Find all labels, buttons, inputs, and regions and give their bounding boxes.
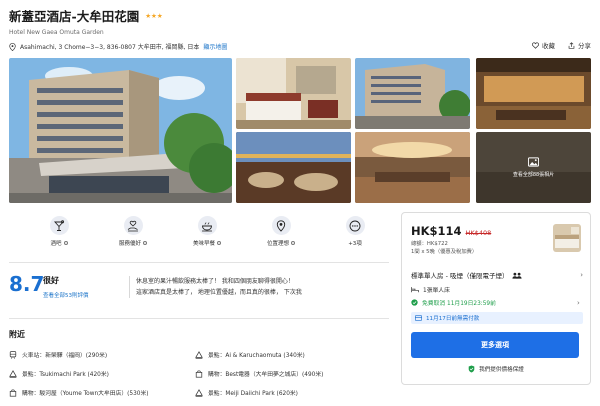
hotel-name-en: Hotel New Gaea Omuta Garden <box>9 29 104 36</box>
photo-lobby[interactable] <box>355 132 470 203</box>
nightly-price: HK$114 <box>411 224 462 238</box>
info-icon[interactable] <box>291 241 295 245</box>
booking-card: HK$114 HK$408 總額：HK$722 1間 x 5晚（優惠及稅加費） … <box>401 212 591 385</box>
room-type-row[interactable]: 標準單人房 - 吸煙（僅限電子煙） › <box>411 270 583 280</box>
info-icon[interactable] <box>217 241 221 245</box>
image-icon <box>528 157 539 167</box>
divider <box>129 276 130 298</box>
photo-gallery: 查看全部88張相片 <box>9 58 591 203</box>
photo-restaurant[interactable] <box>236 132 351 203</box>
more-options-button[interactable]: 更多選項 <box>411 332 579 358</box>
rating-score: 8.7 <box>9 272 45 296</box>
hotel-header: 新蓋亞酒店-大牟田花園 ★★★ Hotel New Gaea Omuta Gar… <box>9 6 591 52</box>
info-icon[interactable] <box>63 241 68 245</box>
free-cancel-row[interactable]: 免費取消 11月19日23:59前 › <box>411 298 580 307</box>
chevron-right-icon: › <box>580 271 583 279</box>
list-item: 火車站：新榮驛（福岡）(290米) <box>9 350 107 359</box>
bed-icon <box>411 287 419 293</box>
guests-icon <box>512 272 523 279</box>
divider <box>9 262 389 263</box>
review-line: 休息室的果汁暢飲服務太棒了！ 我和四個朋友聊得很開心！ <box>136 278 294 285</box>
rating-label: 很好 <box>43 276 59 285</box>
more-icon <box>349 220 361 231</box>
list-item: 景點：Ai & Karuchaomuta (340米) <box>195 350 305 359</box>
list-item: 景點：Meiji Daiichi Park (620米) <box>195 388 298 397</box>
save-label: 收藏 <box>542 42 555 50</box>
header-actions: 收藏 分享 <box>532 40 591 50</box>
cocktail-icon <box>53 219 65 231</box>
amenities-row: 酒吧 服務優好 美味早餐 位置理想 +3項 <box>22 216 392 247</box>
amenity-label: +3項 <box>348 241 362 247</box>
card-icon <box>415 315 422 321</box>
price-row: HK$114 HK$408 <box>411 224 491 238</box>
landmark-icon <box>195 350 203 359</box>
photo-exterior-2[interactable] <box>355 58 470 129</box>
view-all-photos-label: 查看全部88張相片 <box>512 172 555 178</box>
share-label: 分享 <box>578 42 591 50</box>
bed-row: 1張單人床 <box>411 285 450 294</box>
info-icon[interactable] <box>143 241 147 245</box>
room-thumbnail[interactable] <box>553 224 581 252</box>
review-line: 這家酒店真是太棒了， 地理位置優越，而且真的很棒， 下次我 <box>136 289 302 296</box>
photo-lounge[interactable] <box>476 58 591 129</box>
check-circle-icon <box>411 299 418 306</box>
show-map-link[interactable]: 顯示地圖 <box>203 42 227 51</box>
view-all-photos-overlay[interactable]: 查看全部88張相片 <box>476 132 591 203</box>
amenity-breakfast[interactable]: 美味早餐 <box>170 216 244 247</box>
chevron-right-icon: › <box>577 298 580 307</box>
total-price: 總額：HK$722 <box>411 241 448 247</box>
share-button[interactable]: 分享 <box>568 40 591 50</box>
address-row: Asahimachi, 3 Chome−3−3, 836-0807 大牟田市, … <box>9 42 591 51</box>
amenity-service[interactable]: 服務優好 <box>96 216 170 247</box>
rating-block: 8.7 很好 查看全部53則評價 <box>9 272 89 299</box>
price-guarantee[interactable]: 我們提供價格保證 <box>402 365 590 373</box>
amenity-label: 酒吧 <box>50 241 62 247</box>
save-button[interactable]: 收藏 <box>532 40 555 50</box>
train-icon <box>9 350 17 359</box>
star-rating: ★★★ <box>145 11 163 20</box>
list-item: 購物：駿河屋（Youme Town大牟田店）(530米) <box>9 388 149 397</box>
nearby-title: 附近 <box>9 330 25 339</box>
heart-hand-icon <box>127 220 138 231</box>
divider <box>9 318 389 319</box>
all-reviews-link[interactable]: 查看全部53則評價 <box>43 291 89 299</box>
main-photo-exterior[interactable] <box>9 58 232 203</box>
stay-details: 1間 x 5晚（優惠及稅加費） <box>411 249 478 255</box>
photo-more[interactable]: 查看全部88張相片 <box>476 132 591 203</box>
original-price: HK$408 <box>465 229 492 237</box>
landmark-icon <box>9 369 17 378</box>
amenity-more[interactable]: +3項 <box>318 216 392 247</box>
breakfast-icon <box>202 221 212 231</box>
landmark-icon <box>195 388 203 397</box>
pay-later-badge: 11月17日前無需付款 <box>411 312 583 324</box>
price-details: 總額：HK$722 1間 x 5晚（優惠及稅加費） <box>411 240 477 256</box>
room-type: 標準單人房 - 吸煙（僅限電子煙） <box>411 272 509 280</box>
list-item: 購物：Best電器（大牟田夢之城店）(490米) <box>195 369 323 378</box>
list-item: 景點：Tsukimachi Park (420米) <box>9 369 109 378</box>
amenity-location[interactable]: 位置理想 <box>244 216 318 247</box>
shopping-bag-icon <box>9 389 17 397</box>
amenity-label: 美味早餐 <box>192 241 215 247</box>
amenity-label: 服務優好 <box>118 241 141 247</box>
heart-icon <box>532 41 539 49</box>
amenity-bar[interactable]: 酒吧 <box>22 216 96 247</box>
location-pin-icon <box>9 42 16 51</box>
shield-check-icon <box>468 365 475 373</box>
review-snippet[interactable]: 休息室的果汁暢飲服務太棒了！ 我和四個朋友聊得很開心！ 這家酒店真是太棒了， 地… <box>136 276 392 298</box>
location-badge-icon <box>276 219 286 232</box>
shopping-bag-icon <box>195 370 203 378</box>
amenity-label: 位置理想 <box>266 241 289 247</box>
hotel-name: 新蓋亞酒店-大牟田花園 <box>9 9 140 24</box>
photo-room[interactable] <box>236 58 351 129</box>
hotel-address: Asahimachi, 3 Chome−3−3, 836-0807 大牟田市, … <box>20 44 200 51</box>
share-icon <box>568 41 575 49</box>
